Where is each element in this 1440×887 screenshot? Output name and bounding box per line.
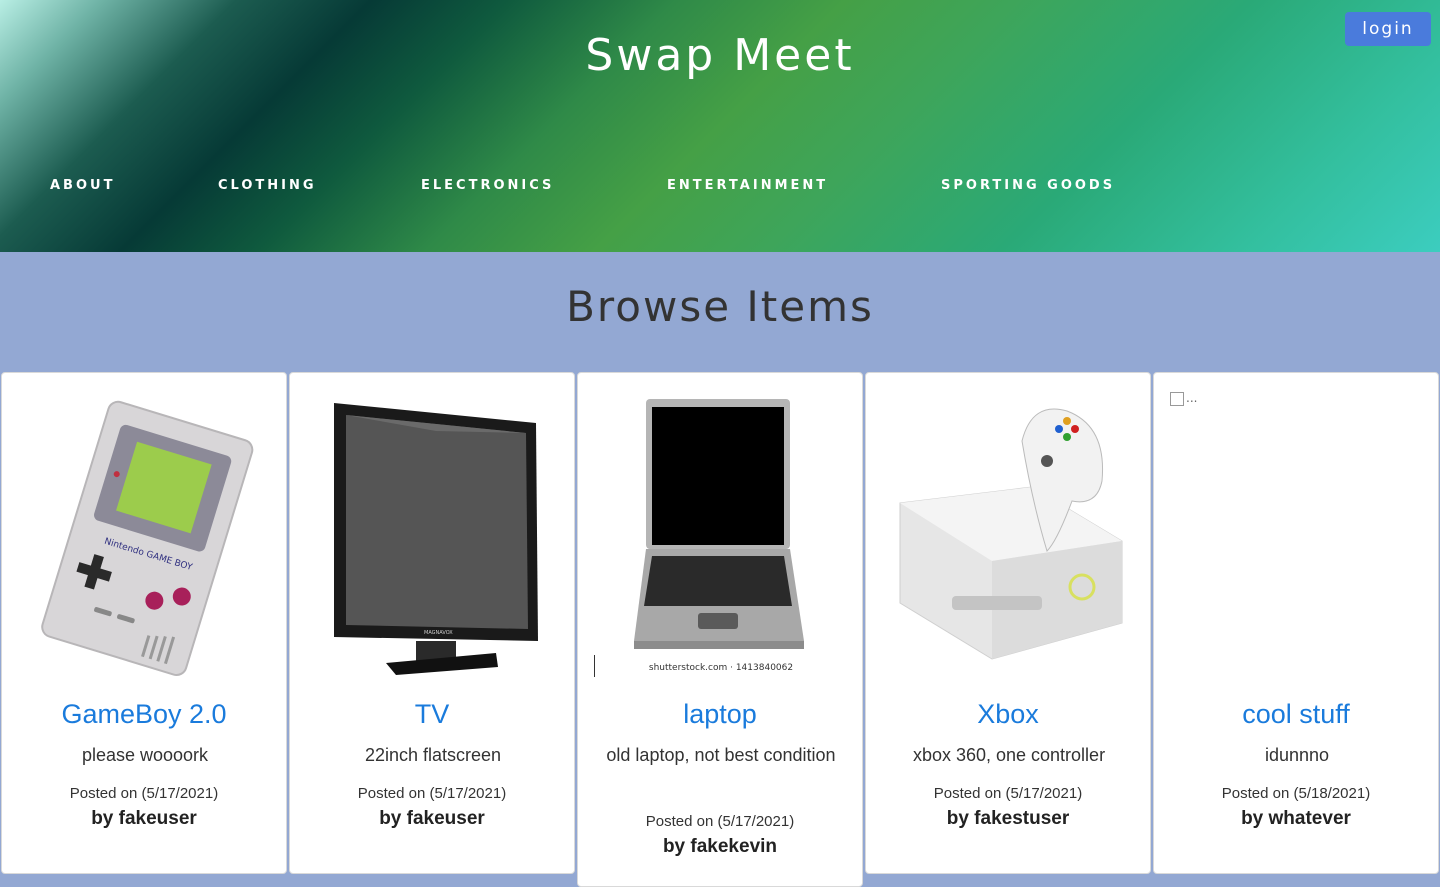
svg-text:MAGNAVOX: MAGNAVOX [424, 630, 453, 636]
item-author: by whatever [1241, 808, 1351, 829]
item-author: by fakestuser [946, 808, 1070, 829]
text-cursor [594, 655, 595, 677]
item-title[interactable]: GameBoy 2.0 [2, 699, 286, 730]
item-title[interactable]: Xbox [866, 699, 1150, 730]
item-description: 22inch flatscreen [364, 745, 502, 765]
image-alt-text: ... [1186, 391, 1198, 405]
item-card-laptop[interactable]: shutterstock.com · 1413840062 laptop old… [577, 372, 863, 887]
item-author: by fakeuser [379, 808, 485, 829]
item-title[interactable]: cool stuff [1154, 699, 1438, 730]
item-posted-date: Posted on (5/17/2021) [645, 813, 795, 830]
item-posted-date: Posted on (5/17/2021) [69, 785, 219, 802]
image-watermark: shutterstock.com · 1413840062 [648, 663, 794, 673]
page-title: Browse Items [566, 282, 874, 331]
item-card-xbox[interactable]: Xbox xbox 360, one controller Posted on … [865, 372, 1151, 874]
item-card-cool-stuff[interactable]: ... cool stuff idunnno Posted on (5/18/2… [1153, 372, 1439, 874]
item-title[interactable]: TV [290, 699, 574, 730]
nav-item-electronics[interactable]: ELECTRONICS [421, 178, 554, 193]
item-posted-date: Posted on (5/17/2021) [933, 785, 1083, 802]
site-title: Swap Meet [585, 30, 855, 81]
item-author: by fakeuser [91, 808, 197, 829]
nav-item-about[interactable]: ABOUT [50, 178, 115, 193]
item-image-gameboy[interactable]: Nintendo GAME BOY [18, 391, 272, 681]
nav-item-sporting-goods[interactable]: SPORTING GOODS [941, 178, 1115, 193]
item-description: xbox 360, one controller [912, 745, 1106, 765]
item-description: old laptop, not best condition [606, 745, 836, 765]
site-header: Swap Meet login ABOUT CLOTHING ELECTRONI… [0, 0, 1440, 252]
broken-image-icon[interactable]: ... [1170, 391, 1197, 406]
item-image-xbox[interactable] [882, 391, 1136, 681]
item-author: by fakekevin [662, 836, 778, 857]
item-image-tv[interactable]: MAGNAVOX [306, 391, 560, 681]
item-posted-date: Posted on (5/18/2021) [1221, 785, 1371, 802]
item-card-gameboy[interactable]: Nintendo GAME BOY GameBoy 2.0 please woo… [1, 372, 287, 874]
item-image-laptop[interactable]: shutterstock.com · 1413840062 [594, 391, 848, 681]
item-description: idunnno [1264, 745, 1330, 765]
item-title[interactable]: laptop [578, 699, 862, 730]
item-card-tv[interactable]: MAGNAVOX TV 22inch flatscreen Posted on … [289, 372, 575, 874]
nav-item-entertainment[interactable]: ENTERTAINMENT [667, 178, 828, 193]
item-posted-date: Posted on (5/17/2021) [357, 785, 507, 802]
item-description: please woooork [81, 745, 209, 765]
nav-item-clothing[interactable]: CLOTHING [218, 178, 317, 193]
login-button[interactable]: login [1345, 12, 1431, 46]
